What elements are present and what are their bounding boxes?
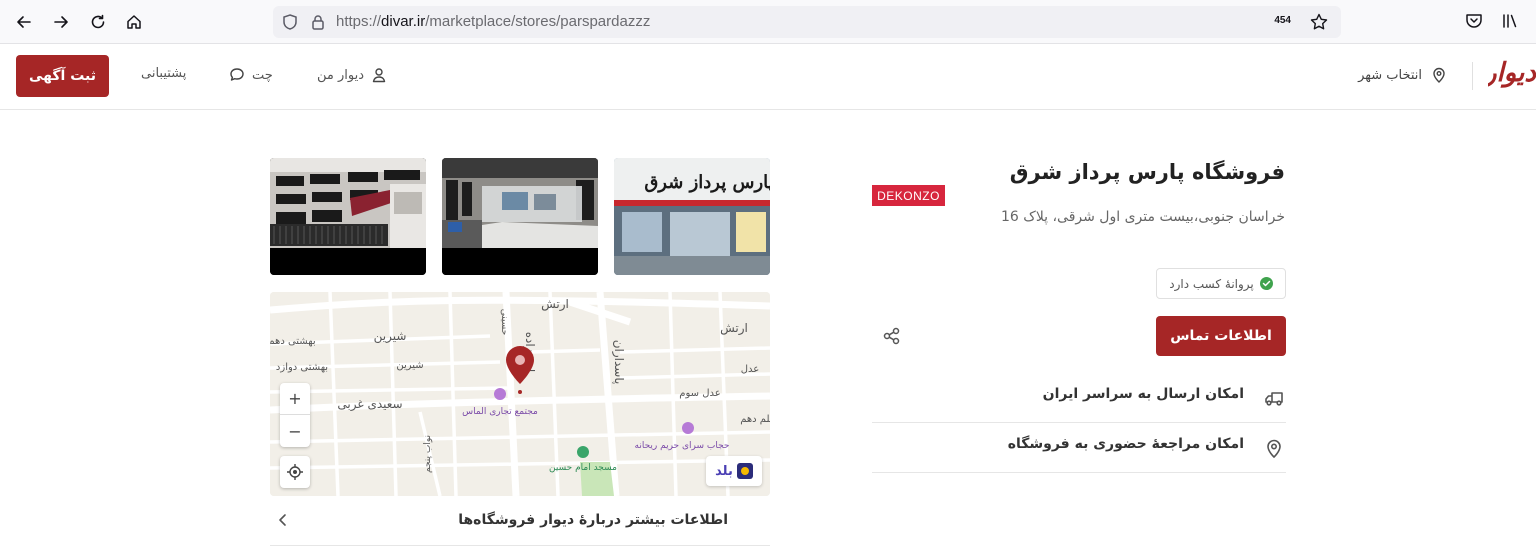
- store-photo-1[interactable]: [270, 158, 426, 275]
- post-ad-button[interactable]: ثبت آگهی: [16, 55, 109, 97]
- zoom-out-button[interactable]: −: [280, 415, 310, 447]
- map-label-adl-2: عدل: [741, 364, 759, 375]
- more-info-link[interactable]: اطلاعات بیشتر دربارهٔ دیوار فروشگاه‌ها: [270, 496, 770, 546]
- store-photo-3[interactable]: پارس پرداز شرق: [614, 158, 770, 275]
- user-icon: [372, 68, 386, 83]
- business-license-badge: پروانهٔ کسب دارد: [1156, 268, 1286, 299]
- map-label-arash-2: ارتش: [720, 321, 748, 336]
- support-label: پشتیبانی: [141, 66, 187, 81]
- chat-link[interactable]: چت: [228, 66, 273, 84]
- lock-icon[interactable]: [309, 13, 327, 31]
- store-title: فروشگاه پارس پرداز شرق: [1009, 160, 1285, 184]
- url-path: /marketplace/stores/parspardazzz: [425, 13, 651, 30]
- reload-icon[interactable]: [86, 10, 110, 34]
- feature-label: امکان ارسال به سراسر ایران: [1042, 386, 1244, 402]
- map-label-mall: مجتمع تجاری الماس: [462, 407, 538, 417]
- divar-logo[interactable]: دیوار: [1488, 58, 1536, 88]
- map-label-beheshti-2: بهشتی دوازد: [276, 362, 328, 373]
- back-icon[interactable]: [12, 10, 36, 34]
- city-select-button[interactable]: انتخاب شهر: [1358, 66, 1448, 84]
- url-prefix: https://: [336, 13, 382, 30]
- store-photo-2-image: [442, 158, 598, 275]
- feature-label: امکان مراجعهٔ حضوری به فروشگاه: [1007, 436, 1244, 452]
- map-zoom-controls: + −: [280, 383, 310, 447]
- zoom-in-button[interactable]: +: [280, 383, 310, 415]
- store-location-map[interactable]: ارتش ارتش شیرین شیرین بهشتی دهم بهشتی دو…: [270, 292, 770, 496]
- check-icon: [1259, 277, 1273, 290]
- city-label: انتخاب شهر: [1358, 67, 1422, 83]
- chat-label: چت: [252, 67, 273, 83]
- map-label-shirin-2: شیرین: [396, 360, 423, 371]
- location-pin-icon: [1267, 439, 1281, 459]
- crosshair-icon: [287, 464, 303, 480]
- shop-sign-text: پارس پرداز شرق: [644, 172, 770, 193]
- bookmark-star-icon[interactable]: [1309, 12, 1329, 32]
- browser-toolbar: https://divar.ir/marketplace/stores/pars…: [0, 0, 1536, 44]
- mall-poi-icon: [494, 388, 506, 400]
- store-photo-2[interactable]: [442, 158, 598, 275]
- share-icon[interactable]: [882, 326, 902, 346]
- map-label-pasdaran: پاسداران: [611, 340, 626, 385]
- feature-in-person-visit: امکان مراجعهٔ حضوری به فروشگاه: [872, 423, 1286, 473]
- address-bar[interactable]: https://divar.ir/marketplace/stores/pars…: [273, 6, 1341, 38]
- store-address: خراسان جنوبی،بیست متری اول شرقی، پلاک 16: [1001, 209, 1285, 225]
- map-label-beheshti: بهشتی دهم: [270, 336, 316, 347]
- header-divider: [1472, 62, 1473, 90]
- mosque-poi-icon: [577, 446, 589, 458]
- balad-logo-icon: [736, 463, 753, 479]
- store-photo-1-image: [270, 158, 426, 275]
- my-divar-label: دیوار من: [317, 67, 365, 83]
- site-header: ثبت آگهی پشتیبانی چت دیوار من انتخاب شهر…: [0, 44, 1536, 110]
- locate-me-button[interactable]: [280, 456, 310, 488]
- map-label-shirin: شیرین: [374, 329, 407, 344]
- map-tiles: ارتش ارتش شیرین شیرین بهشتی دهم بهشتی دو…: [270, 292, 770, 496]
- library-icon[interactable]: [1500, 11, 1520, 31]
- map-label-hijab: حجاب سرای حریم ریحانه: [635, 441, 730, 451]
- url-text[interactable]: https://divar.ir/marketplace/stores/pars…: [336, 13, 650, 30]
- my-divar-link[interactable]: دیوار من: [317, 66, 388, 84]
- url-host: divar.ir: [381, 13, 426, 30]
- contact-info-button[interactable]: اطلاعات تماس: [1156, 316, 1286, 356]
- truck-icon: [1265, 392, 1283, 406]
- balad-map-brand[interactable]: بلد: [706, 456, 762, 486]
- map-label-elm: علم دهم: [740, 414, 770, 425]
- map-label-saeidi: سعیدی غربی: [337, 397, 402, 412]
- home-icon[interactable]: [122, 10, 146, 34]
- pocket-icon[interactable]: [1464, 11, 1484, 31]
- chat-bubble-icon: [230, 68, 244, 81]
- map-label-hosseini: حسینی: [499, 309, 509, 336]
- map-label-mosque: مسجد امام حسین: [549, 463, 617, 473]
- balad-label: بلد: [715, 463, 733, 479]
- location-pin-icon: [1433, 67, 1445, 83]
- support-link[interactable]: پشتیبانی: [141, 66, 186, 81]
- store-brand-logo: DEKONZO: [872, 185, 945, 206]
- license-label: پروانهٔ کسب دارد: [1169, 276, 1254, 291]
- shop-poi-icon: [682, 422, 694, 434]
- more-info-label: اطلاعات بیشتر دربارهٔ دیوار فروشگاه‌ها: [458, 512, 728, 528]
- chevron-left-icon: [279, 514, 286, 526]
- map-label-arash-1: ارتش: [541, 297, 569, 312]
- map-label-adl: عدل سوم: [679, 388, 720, 399]
- zoom-badge[interactable]: 454: [1274, 15, 1291, 26]
- map-label-navvab: نواب پنجم: [423, 435, 433, 473]
- feature-nationwide-shipping: امکان ارسال به سراسر ایران: [872, 373, 1286, 423]
- store-photo-3-image: پارس پرداز شرق: [614, 158, 770, 275]
- forward-icon[interactable]: [49, 10, 73, 34]
- shield-icon[interactable]: [281, 13, 299, 31]
